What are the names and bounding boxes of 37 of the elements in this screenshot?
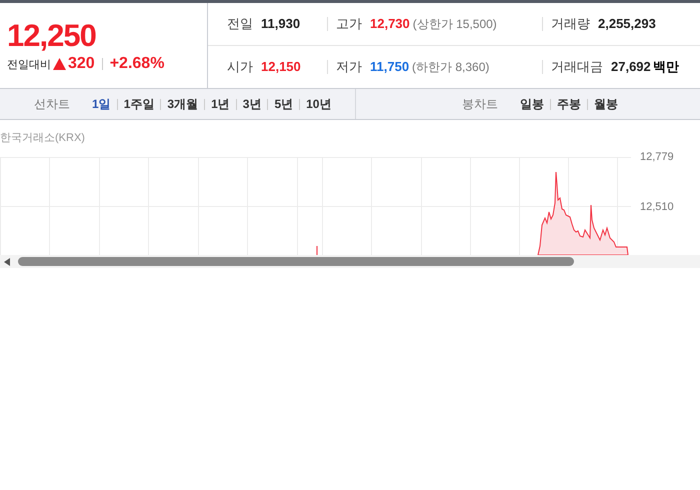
period-tab[interactable]: 1년 — [205, 96, 236, 112]
period-tab[interactable]: 일봉 — [514, 96, 550, 112]
y-axis-label: 12,779 — [640, 151, 674, 163]
chart-type-label: 봉차트 — [462, 96, 498, 112]
stat-label: 거래대금 — [551, 60, 603, 74]
period-tab[interactable]: 1일 — [86, 96, 117, 112]
stat-label: 거래량 — [551, 17, 590, 31]
horizontal-scrollbar[interactable] — [0, 255, 700, 268]
period-tab[interactable]: 월봉 — [588, 96, 624, 112]
scroll-left-icon[interactable] — [4, 258, 10, 266]
stat-value: 11,930 — [261, 16, 300, 31]
stat-label: 저가 — [336, 60, 362, 74]
stat-value: 12,150 — [261, 59, 301, 74]
price-limit-note: (상한가 15,500) — [412, 17, 497, 31]
price-change: 320 — [68, 55, 95, 73]
change-percent: +2.68% — [110, 55, 164, 73]
data-source-label: 한국거래소(KRX) — [0, 131, 85, 145]
chart-type-label: 선차트 — [34, 96, 70, 112]
period-tab[interactable]: 5년 — [268, 96, 300, 112]
stat-label: 시가 — [227, 58, 253, 76]
stat-label: 고가 — [336, 17, 362, 31]
stat-value: 11,750 — [370, 60, 410, 74]
period-tab[interactable]: 3개월 — [161, 96, 204, 112]
period-tab[interactable]: 1주일 — [118, 96, 160, 112]
period-tab[interactable]: 3년 — [236, 96, 268, 112]
current-price: 12,250 — [7, 19, 97, 53]
scrollbar-thumb[interactable] — [18, 257, 574, 266]
stat-label: 전일 — [227, 15, 253, 33]
price-limit-note: (하한가 8,360) — [412, 60, 490, 74]
change-label: 전일대비 — [7, 58, 51, 72]
period-tab[interactable]: 주봉 — [551, 96, 587, 112]
stat-value: 2,255,293 — [598, 17, 656, 31]
y-axis-label: 12,510 — [640, 201, 674, 213]
unit-label: 백만 — [652, 60, 679, 74]
stat-value: 27,692 — [611, 60, 651, 74]
stat-value: 12,730 — [370, 17, 410, 31]
period-tab[interactable]: 10년 — [300, 96, 338, 112]
